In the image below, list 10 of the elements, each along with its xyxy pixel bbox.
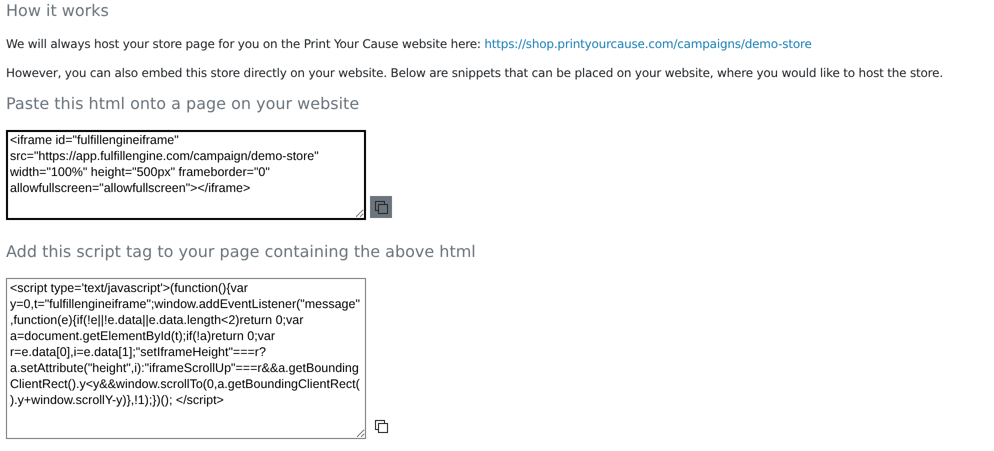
embed-note: However, you can also embed this store directly on your website. Below are snippets that can be placed on your website, where you would like to host the store. <box>6 65 944 81</box>
snippet-heading: Add this script tag to your page containing the above html <box>6 242 477 262</box>
code-field[interactable]: <iframe id="fulfillengineiframe" src="https://app.fulfillengine.com/campaign/demo-store" width="100%" height="500px" frameborder="0" allowfullscreen="allowfullscreen"></iframe> <box>6 130 366 220</box>
store-link[interactable]: https://shop.printyourcause.com/campaigns/demo-store <box>484 37 812 51</box>
copy-icon <box>374 200 388 214</box>
code-field[interactable]: <script type='text/javascript'>(function(){var y=0,t="fulfillengineiframe";window.addEventListener("message",function(e){if(!e||!e.data||e.data.length<2)return 0;var a=document.getElementById(t);if(!a)return 0;var r=e.data[0],i=e.data[1];"setIframeHeight"===r?a.setAttribute("height",i):"iframeScrollUp"===r&&a.getBoundingClientRect().y<y&&window.scrollTo(0,a.getBoundingClientRect().y+window.scrollY-y)},!1);})(); </script> <box>6 278 366 439</box>
copy-icon <box>374 420 388 432</box>
snippet-heading: Paste this html onto a page on your website <box>6 94 360 114</box>
intro-text: We will always host your store page for you on the Print Your Cause website here: https://shop.printyourcause.com/campaigns/demo-store <box>6 36 813 52</box>
section-heading: How it works <box>6 1 110 21</box>
